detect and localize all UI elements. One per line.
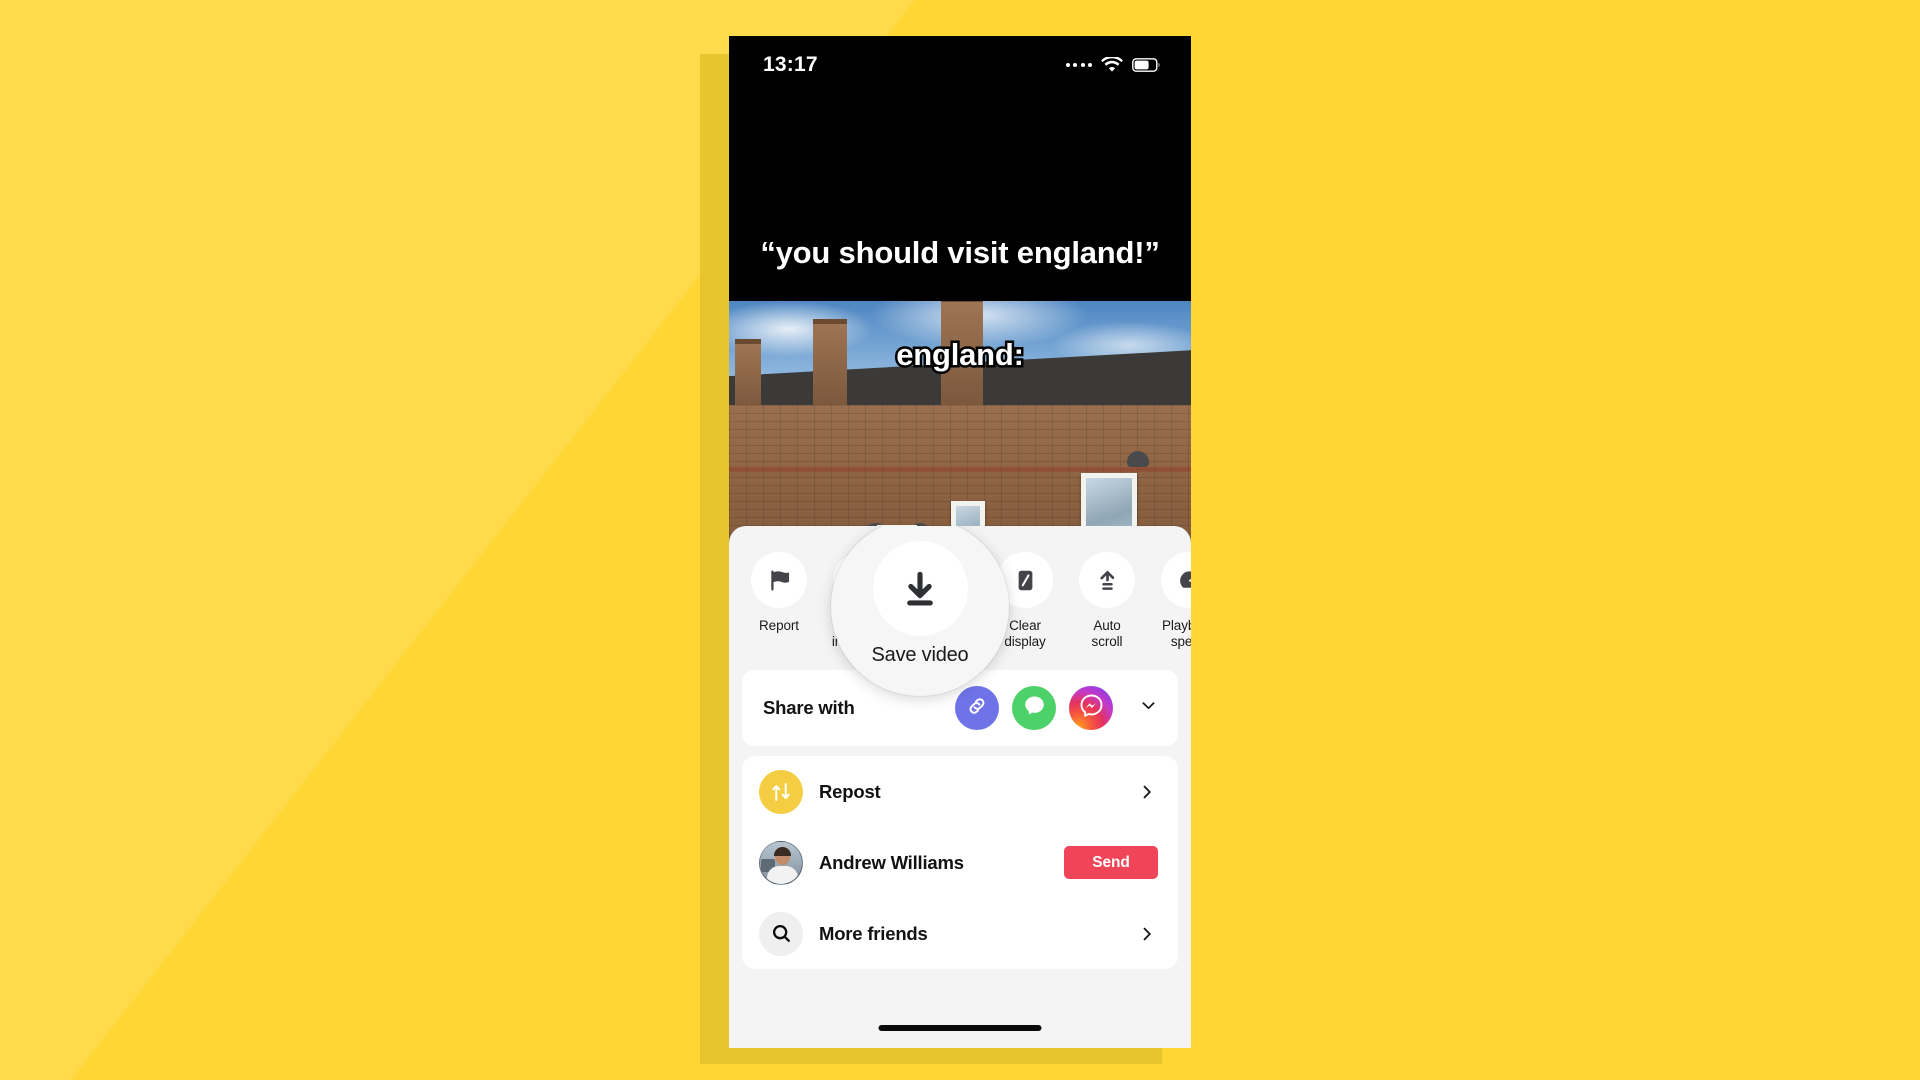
speedometer-icon bbox=[1161, 552, 1191, 608]
street-lamp bbox=[1127, 451, 1149, 467]
phone-frame: “you should visit england!” england: 13:… bbox=[729, 36, 1191, 1048]
share-messages-button[interactable] bbox=[1012, 686, 1056, 730]
download-icon bbox=[872, 541, 968, 636]
video-caption-primary: “you should visit england!” bbox=[758, 232, 1163, 272]
action-row: Report Not interested bbox=[729, 526, 1191, 696]
list-item-repost[interactable]: Repost bbox=[742, 756, 1178, 827]
search-icon bbox=[759, 911, 803, 956]
auto-scroll-icon bbox=[1079, 552, 1135, 608]
messenger-icon bbox=[1078, 692, 1105, 724]
flag-icon bbox=[751, 552, 807, 608]
video-caption-secondary: england: bbox=[894, 334, 1027, 374]
video-player[interactable]: “you should visit england!” england: bbox=[729, 36, 1191, 596]
status-bar: 13:17 bbox=[729, 36, 1191, 94]
signal-dots-icon bbox=[1065, 63, 1092, 67]
chevron-down-icon bbox=[1139, 696, 1158, 720]
action-auto-scroll[interactable]: Auto scroll bbox=[1079, 552, 1135, 651]
share-targets bbox=[955, 686, 1158, 730]
friend-name: Andrew Williams bbox=[819, 851, 964, 873]
share-with-label: Share with bbox=[763, 697, 855, 718]
send-button[interactable]: Send bbox=[1064, 846, 1158, 879]
action-label: Report bbox=[759, 618, 799, 633]
share-expand-button[interactable] bbox=[1138, 698, 1158, 718]
zoom-magnifier-overlay: Save video bbox=[831, 526, 1009, 696]
list-item-more-friends[interactable]: More friends bbox=[742, 898, 1178, 969]
action-label: Clear display bbox=[1004, 618, 1046, 650]
action-playback-speed[interactable]: Playback speed bbox=[1161, 552, 1191, 651]
link-icon bbox=[965, 694, 989, 723]
action-label: Auto scroll bbox=[1091, 618, 1123, 650]
wifi-icon bbox=[1101, 57, 1123, 73]
battery-icon bbox=[1132, 58, 1161, 72]
chevron-right-icon[interactable] bbox=[1136, 923, 1158, 945]
status-time: 13:17 bbox=[763, 53, 818, 76]
share-bottom-sheet: Report Not interested bbox=[729, 526, 1191, 1048]
share-messenger-button[interactable] bbox=[1069, 686, 1113, 730]
list-item-label: Repost bbox=[819, 780, 881, 802]
action-label: Playback speed bbox=[1162, 618, 1191, 650]
share-list-card: Repost Andrew Williams Send More friends bbox=[742, 756, 1178, 969]
repost-icon bbox=[759, 769, 803, 814]
home-indicator bbox=[878, 1025, 1042, 1031]
action-report[interactable]: Report bbox=[751, 552, 807, 634]
message-bubble-icon bbox=[1022, 693, 1047, 723]
avatar bbox=[759, 840, 803, 885]
list-item-friend[interactable]: Andrew Williams Send bbox=[742, 827, 1178, 898]
status-indicators bbox=[1065, 57, 1162, 73]
share-copy-link-button[interactable] bbox=[955, 686, 999, 730]
magnifier-label: Save video bbox=[871, 644, 969, 666]
chevron-right-icon[interactable] bbox=[1136, 781, 1158, 803]
list-item-label: More friends bbox=[819, 922, 928, 944]
